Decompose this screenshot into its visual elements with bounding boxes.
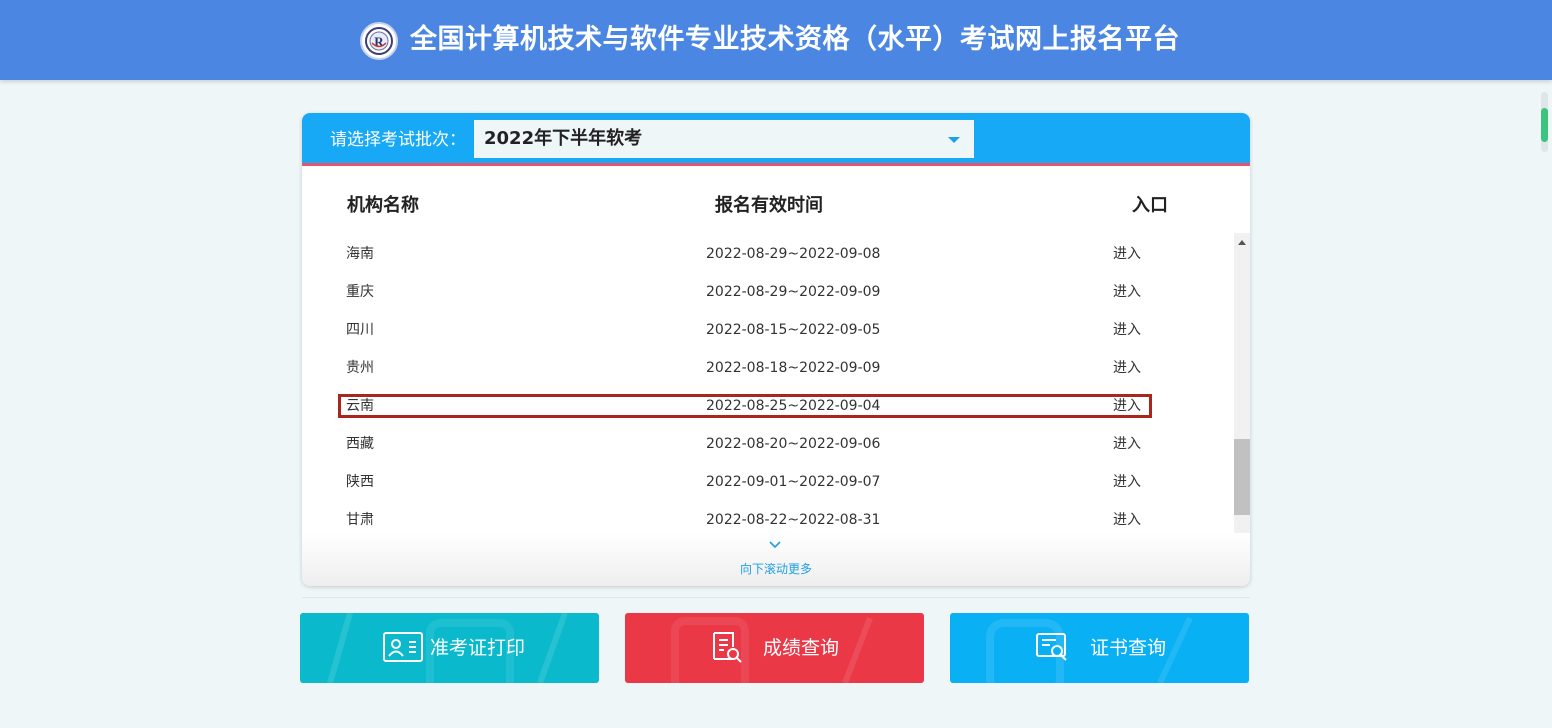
- registration-period: 2022-08-15~2022-09-05: [706, 322, 881, 338]
- exam-seal-logo: R: [360, 22, 398, 60]
- registration-period: 2022-08-18~2022-09-09: [706, 360, 881, 376]
- list-scrollbar[interactable]: [1234, 233, 1250, 535]
- table-row-highlighted: 云南 2022-08-25~2022-09-04 进入: [338, 394, 1152, 418]
- institution-name: 陕西: [346, 474, 374, 490]
- certificate-search-icon: [1036, 633, 1067, 661]
- id-card-icon: [383, 632, 423, 662]
- scroll-more-link[interactable]: 向下滚动更多: [302, 560, 1250, 577]
- score-query-button[interactable]: 成绩查询: [625, 613, 924, 683]
- table-row: 重庆 2022-08-29~2022-09-09 进入: [338, 280, 1152, 304]
- enter-link[interactable]: 进入: [1113, 280, 1141, 304]
- scroll-up-arrow-icon[interactable]: [1238, 240, 1246, 245]
- enter-link[interactable]: 进入: [1113, 356, 1141, 380]
- admission-ticket-print-button[interactable]: 准考证打印: [300, 613, 599, 683]
- institution-name: 重庆: [346, 284, 374, 300]
- enter-link[interactable]: 进入: [1113, 242, 1141, 266]
- score-query-label: 成绩查询: [763, 637, 840, 659]
- table-row: 甘肃 2022-08-22~2022-08-31 进入: [338, 508, 1152, 532]
- institution-name: 海南: [346, 246, 374, 262]
- institution-name: 西藏: [346, 436, 374, 452]
- batch-selected-value: 2022年下半年软考: [484, 128, 643, 149]
- section-divider: [302, 597, 1250, 598]
- column-header-period: 报名有效时间: [715, 195, 823, 216]
- institution-list: 海南 2022-08-29~2022-09-08 进入 重庆 2022-08-2…: [302, 233, 1232, 533]
- registration-period: 2022-08-29~2022-09-08: [706, 246, 881, 262]
- institution-name: 四川: [346, 322, 374, 338]
- site-title: 全国计算机技术与软件专业技术资格（水平）考试网上报名平台: [410, 24, 1180, 55]
- table-row: 陕西 2022-09-01~2022-09-07 进入: [338, 470, 1152, 494]
- registration-period: 2022-08-20~2022-09-06: [706, 436, 881, 452]
- registration-period: 2022-08-22~2022-08-31: [706, 512, 881, 528]
- chevron-down-icon[interactable]: [769, 539, 781, 551]
- page-scrollbar-thumb[interactable]: [1541, 108, 1548, 142]
- registration-period: 2022-08-29~2022-09-09: [706, 284, 881, 300]
- list-scrollbar-thumb[interactable]: [1234, 439, 1250, 515]
- batch-dropdown[interactable]: 2022年下半年软考: [474, 120, 974, 158]
- admission-ticket-print-label: 准考证打印: [430, 637, 526, 659]
- batch-selector-bar: 请选择考试批次： 2022年下半年软考: [302, 113, 1250, 166]
- batch-label: 请选择考试批次：: [330, 130, 466, 150]
- scroll-more-area: 向下滚动更多: [302, 533, 1250, 586]
- registration-period: 2022-08-25~2022-09-04: [706, 398, 881, 414]
- registration-period: 2022-09-01~2022-09-07: [706, 474, 881, 490]
- table-row: 贵州 2022-08-18~2022-09-09 进入: [338, 356, 1152, 380]
- table-row: 四川 2022-08-15~2022-09-05 进入: [338, 318, 1152, 342]
- institution-name: 云南: [346, 398, 374, 414]
- score-document-icon: [713, 632, 742, 663]
- enter-link[interactable]: 进入: [1113, 470, 1141, 494]
- table-row: 西藏 2022-08-20~2022-09-06 进入: [338, 432, 1152, 456]
- enter-link[interactable]: 进入: [1113, 394, 1141, 418]
- table-row: 海南 2022-08-29~2022-09-08 进入: [338, 242, 1152, 266]
- registration-card: 请选择考试批次： 2022年下半年软考 机构名称 报名有效时间 入口 海南 20…: [302, 113, 1250, 586]
- column-header-institution: 机构名称: [347, 195, 419, 216]
- certificate-query-button[interactable]: 证书查询: [950, 613, 1249, 683]
- column-header-entry: 入口: [1132, 195, 1168, 216]
- institution-name: 贵州: [346, 360, 374, 376]
- certificate-query-label: 证书查询: [1090, 637, 1167, 659]
- caret-down-icon[interactable]: [948, 137, 960, 143]
- institution-name: 甘肃: [346, 512, 374, 528]
- enter-link[interactable]: 进入: [1113, 318, 1141, 342]
- page-scrollbar[interactable]: [1541, 92, 1548, 152]
- enter-link[interactable]: 进入: [1113, 432, 1141, 456]
- top-header-bar: R 全国计算机技术与软件专业技术资格（水平）考试网上报名平台: [0, 0, 1552, 80]
- enter-link[interactable]: 进入: [1113, 508, 1141, 532]
